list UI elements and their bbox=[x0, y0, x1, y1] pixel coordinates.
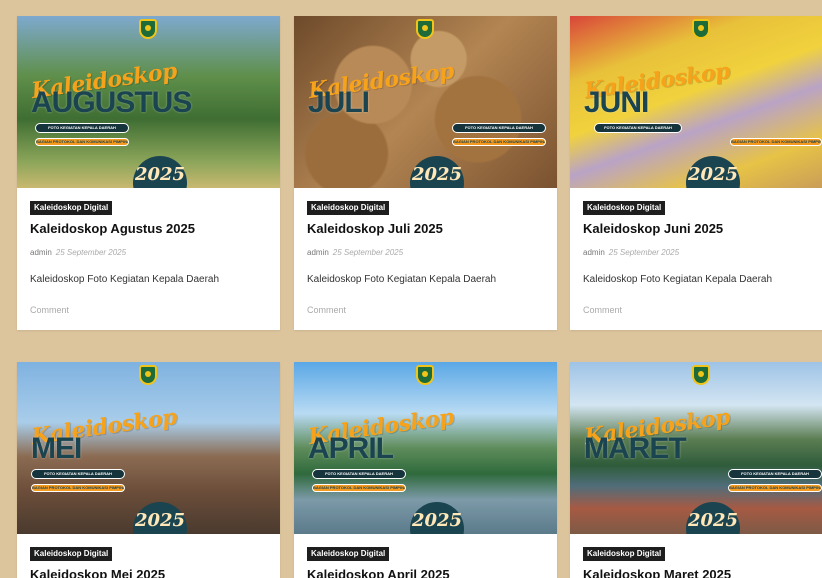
post-title[interactable]: Kaleidoskop Agustus 2025 bbox=[30, 221, 195, 236]
post-title[interactable]: Kaleidoskop Maret 2025 bbox=[583, 567, 731, 578]
post-card[interactable]: Kaleidoskop JULI FOTO KEGIATAN KEPALA DA… bbox=[294, 16, 557, 330]
post-title[interactable]: Kaleidoskop Juli 2025 bbox=[307, 221, 443, 236]
regency-crest-icon bbox=[416, 365, 434, 385]
thumbnail-label-pill: FOTO KEGIATAN KEPALA DAERAH bbox=[31, 469, 125, 479]
thumbnail-sub-pill: BAGIAN PROTOKOL DAN KOMUNIKASI PIMPINAN bbox=[31, 484, 125, 492]
thumbnail-month-text: AUGUSTUS bbox=[31, 86, 192, 119]
post-thumbnail[interactable]: Kaleidoskop AUGUSTUS FOTO KEGIATAN KEPAL… bbox=[17, 16, 280, 188]
comment-link[interactable]: Comment bbox=[583, 305, 622, 315]
thumbnail-sub-pill: BAGIAN PROTOKOL DAN KOMUNIKASI PIMPINAN bbox=[35, 138, 129, 146]
thumbnail-label-pill: FOTO KEGIATAN KEPALA DAERAH bbox=[594, 123, 682, 133]
thumbnail-label-pill: FOTO KEGIATAN KEPALA DAERAH bbox=[35, 123, 129, 133]
thumbnail-month-text: JULI bbox=[308, 86, 370, 119]
post-thumbnail[interactable]: Kaleidoskop MARET FOTO KEGIATAN KEPALA D… bbox=[570, 362, 822, 534]
regency-crest-icon bbox=[692, 365, 710, 385]
post-card[interactable]: Kaleidoskop MEI FOTO KEGIATAN KEPALA DAE… bbox=[17, 362, 280, 578]
regency-crest-icon bbox=[692, 19, 710, 39]
comment-link[interactable]: Comment bbox=[307, 305, 346, 315]
post-card[interactable]: Kaleidoskop MARET FOTO KEGIATAN KEPALA D… bbox=[570, 362, 822, 578]
regency-crest-icon bbox=[416, 19, 434, 39]
post-date: 25 September 2025 bbox=[332, 248, 404, 257]
thumbnail-month-text: JUNI bbox=[584, 86, 649, 119]
regency-crest-icon bbox=[139, 19, 157, 39]
category-badge[interactable]: Kaleidoskop Digital bbox=[30, 547, 113, 561]
post-thumbnail[interactable]: Kaleidoskop APRIL FOTO KEGIATAN KEPALA D… bbox=[294, 362, 557, 534]
thumbnail-label-pill: FOTO KEGIATAN KEPALA DAERAH bbox=[452, 123, 546, 133]
post-title[interactable]: Kaleidoskop April 2025 bbox=[307, 567, 450, 578]
post-author[interactable]: admin bbox=[583, 248, 605, 257]
post-title[interactable]: Kaleidoskop Juni 2025 bbox=[583, 221, 723, 236]
post-excerpt: Kaleidoskop Foto Kegiatan Kepala Daerah bbox=[30, 274, 220, 285]
comment-link[interactable]: Comment bbox=[30, 305, 69, 315]
thumbnail-sub-pill: BAGIAN PROTOKOL DAN KOMUNIKASI PIMPINAN bbox=[730, 138, 822, 146]
post-excerpt: Kaleidoskop Foto Kegiatan Kepala Daerah bbox=[583, 274, 773, 285]
post-thumbnail[interactable]: Kaleidoskop JULI FOTO KEGIATAN KEPALA DA… bbox=[294, 16, 557, 188]
thumbnail-month-text: MEI bbox=[31, 432, 82, 465]
post-date: 25 September 2025 bbox=[55, 248, 127, 257]
post-thumbnail[interactable]: Kaleidoskop JUNI FOTO KEGIATAN KEPALA DA… bbox=[570, 16, 822, 188]
category-badge[interactable]: Kaleidoskop Digital bbox=[307, 201, 390, 215]
thumbnail-sub-pill: BAGIAN PROTOKOL DAN KOMUNIKASI PIMPINAN bbox=[312, 484, 406, 492]
category-badge[interactable]: Kaleidoskop Digital bbox=[583, 547, 666, 561]
post-excerpt: Kaleidoskop Foto Kegiatan Kepala Daerah bbox=[307, 274, 497, 285]
post-author[interactable]: admin bbox=[307, 248, 329, 257]
post-thumbnail[interactable]: Kaleidoskop MEI FOTO KEGIATAN KEPALA DAE… bbox=[17, 362, 280, 534]
thumbnail-sub-pill: BAGIAN PROTOKOL DAN KOMUNIKASI PIMPINAN bbox=[452, 138, 546, 146]
post-author[interactable]: admin bbox=[30, 248, 52, 257]
post-card[interactable]: Kaleidoskop APRIL FOTO KEGIATAN KEPALA D… bbox=[294, 362, 557, 578]
category-badge[interactable]: Kaleidoskop Digital bbox=[307, 547, 390, 561]
post-title[interactable]: Kaleidoskop Mei 2025 bbox=[30, 567, 165, 578]
post-card[interactable]: Kaleidoskop AUGUSTUS FOTO KEGIATAN KEPAL… bbox=[17, 16, 280, 330]
thumbnail-sub-pill: BAGIAN PROTOKOL DAN KOMUNIKASI PIMPINAN bbox=[728, 484, 822, 492]
category-badge[interactable]: Kaleidoskop Digital bbox=[30, 201, 113, 215]
post-grid: Kaleidoskop AUGUSTUS FOTO KEGIATAN KEPAL… bbox=[0, 0, 822, 578]
post-date: 25 September 2025 bbox=[608, 248, 680, 257]
post-meta: admin 25 September 2025 bbox=[30, 248, 126, 257]
post-meta: admin 25 September 2025 bbox=[307, 248, 403, 257]
post-card[interactable]: Kaleidoskop JUNI FOTO KEGIATAN KEPALA DA… bbox=[570, 16, 822, 330]
regency-crest-icon bbox=[139, 365, 157, 385]
thumbnail-label-pill: FOTO KEGIATAN KEPALA DAERAH bbox=[728, 469, 822, 479]
thumbnail-month-text: APRIL bbox=[308, 432, 394, 465]
thumbnail-label-pill: FOTO KEGIATAN KEPALA DAERAH bbox=[312, 469, 406, 479]
post-meta: admin 25 September 2025 bbox=[583, 248, 679, 257]
thumbnail-month-text: MARET bbox=[584, 432, 687, 465]
category-badge[interactable]: Kaleidoskop Digital bbox=[583, 201, 666, 215]
